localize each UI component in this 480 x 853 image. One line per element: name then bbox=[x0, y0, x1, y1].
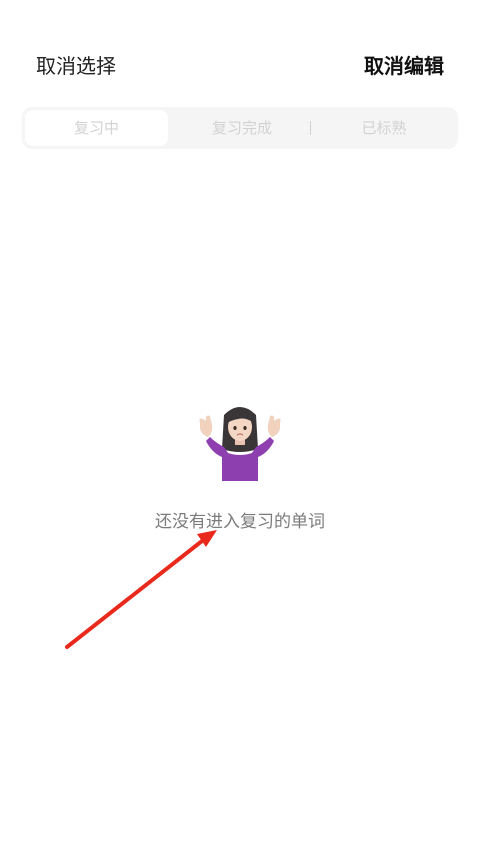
word-review-page: 取消选择 取消编辑 复习中 复习完成 已标熟 还没有进入复习的单词 bbox=[0, 0, 480, 853]
cancel-selection-button[interactable]: 取消选择 bbox=[36, 48, 116, 84]
tab-divider bbox=[310, 121, 311, 135]
tab-review-completed[interactable]: 复习完成 bbox=[172, 110, 312, 146]
top-bar: 取消选择 取消编辑 bbox=[0, 48, 480, 84]
person-shrugging-icon bbox=[199, 407, 281, 481]
review-status-tabs: 复习中 复习完成 已标熟 bbox=[22, 107, 458, 149]
cancel-edit-button[interactable]: 取消编辑 bbox=[364, 48, 444, 84]
tab-marked-familiar[interactable]: 已标熟 bbox=[314, 110, 454, 146]
empty-state-message: 还没有进入复习的单词 bbox=[155, 512, 325, 532]
tab-reviewing[interactable]: 复习中 bbox=[25, 110, 168, 146]
